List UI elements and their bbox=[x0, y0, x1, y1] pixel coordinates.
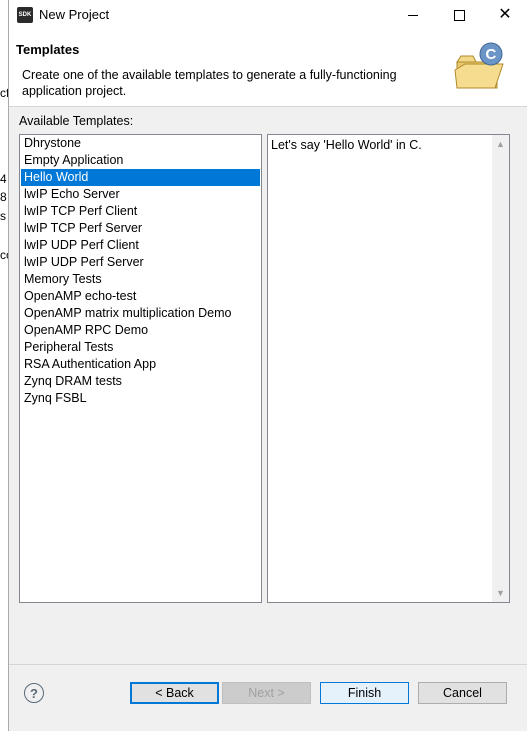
list-item[interactable]: OpenAMP echo-test bbox=[21, 288, 260, 305]
cancel-button[interactable]: Cancel bbox=[418, 682, 507, 704]
background-fragment: 8 bbox=[0, 190, 7, 204]
list-item[interactable]: lwIP TCP Perf Client bbox=[21, 203, 260, 220]
maximize-button[interactable] bbox=[436, 0, 482, 30]
list-item[interactable]: lwIP UDP Perf Client bbox=[21, 237, 260, 254]
finish-button[interactable]: Finish bbox=[320, 682, 409, 704]
list-item[interactable]: RSA Authentication App bbox=[21, 356, 260, 373]
minimize-button[interactable] bbox=[390, 0, 436, 30]
svg-text:C: C bbox=[486, 46, 497, 63]
banner-description: Create one of the available templates to… bbox=[22, 68, 397, 98]
template-description-panel[interactable]: Let's say 'Hello World' in C. ▲ ▼ bbox=[267, 134, 510, 603]
maximize-icon bbox=[453, 9, 465, 21]
list-item-selected[interactable]: Hello World bbox=[21, 169, 260, 186]
background-fragment: 4 bbox=[0, 172, 7, 186]
button-bar-divider bbox=[9, 664, 527, 665]
list-item[interactable]: lwIP UDP Perf Server bbox=[21, 254, 260, 271]
list-item[interactable]: Empty Application bbox=[21, 152, 260, 169]
back-button[interactable]: < Back bbox=[130, 682, 219, 704]
list-item[interactable]: lwIP TCP Perf Server bbox=[21, 220, 260, 237]
background-fragment: s bbox=[0, 209, 6, 223]
list-item[interactable]: OpenAMP matrix multiplication Demo bbox=[21, 305, 260, 322]
list-item[interactable]: Zynq DRAM tests bbox=[21, 373, 260, 390]
list-item[interactable]: Dhrystone bbox=[21, 135, 260, 152]
template-description-text: Let's say 'Hello World' in C. bbox=[271, 138, 422, 152]
list-item[interactable]: lwIP Echo Server bbox=[21, 186, 260, 203]
available-templates-label: Available Templates: bbox=[19, 114, 134, 128]
list-item[interactable]: Zynq FSBL bbox=[21, 390, 260, 407]
wizard-banner: Templates Create one of the available te… bbox=[9, 30, 527, 107]
title-bar[interactable]: SDK New Project ✕ bbox=[9, 0, 527, 30]
c-project-folder-icon: C bbox=[454, 42, 504, 89]
scroll-up-icon[interactable]: ▲ bbox=[496, 139, 505, 149]
close-button[interactable]: ✕ bbox=[482, 0, 527, 30]
next-button[interactable]: Next > bbox=[222, 682, 311, 704]
window-title: New Project bbox=[39, 7, 110, 22]
templates-list[interactable]: Dhrystone Empty Application Hello World … bbox=[19, 134, 262, 603]
sdk-app-icon: SDK bbox=[17, 7, 33, 23]
help-button[interactable]: ? bbox=[24, 683, 44, 703]
list-item[interactable]: Memory Tests bbox=[21, 271, 260, 288]
list-item[interactable]: OpenAMP RPC Demo bbox=[21, 322, 260, 339]
list-item[interactable]: Peripheral Tests bbox=[21, 339, 260, 356]
new-project-dialog: SDK New Project ✕ Templates Create one o… bbox=[8, 0, 527, 731]
background-app-strip: cf 4 8 s co bbox=[0, 0, 13, 731]
scroll-down-icon[interactable]: ▼ bbox=[496, 588, 505, 598]
minimize-icon bbox=[408, 14, 418, 16]
description-scrollbar[interactable]: ▲ ▼ bbox=[492, 135, 509, 602]
banner-title: Templates bbox=[16, 42, 80, 57]
close-icon: ✕ bbox=[498, 6, 512, 23]
